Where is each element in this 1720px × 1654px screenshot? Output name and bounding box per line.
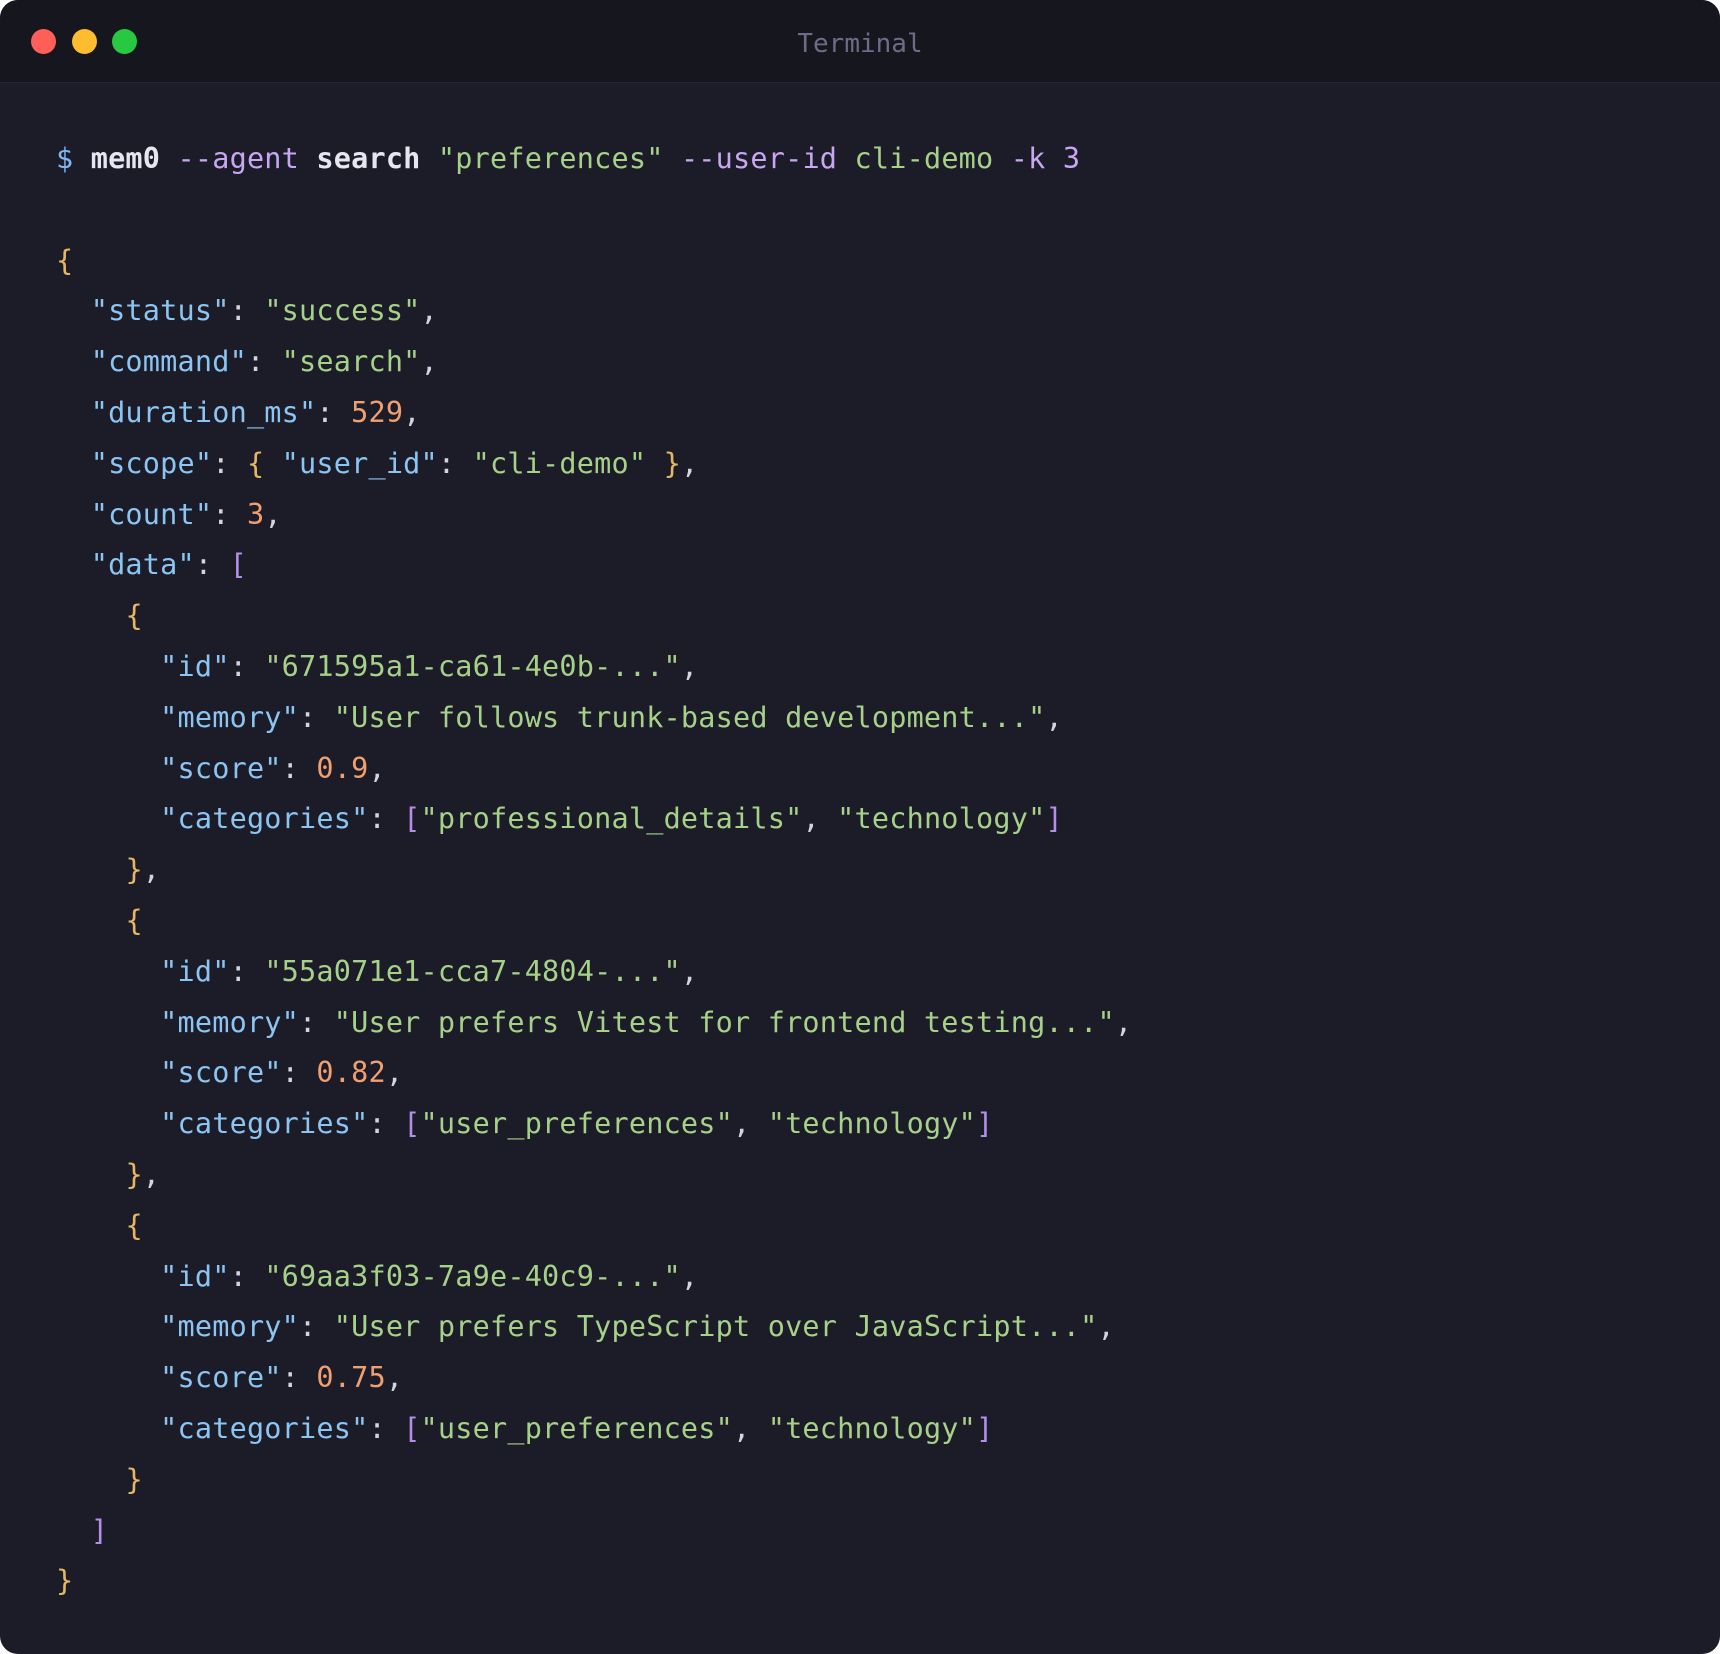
score-key: "score" [160, 751, 282, 785]
result-memory: "User prefers Vitest for frontend testin… [333, 1005, 1115, 1039]
result-category: "technology" [767, 1411, 977, 1445]
status-key: "status" [90, 294, 230, 328]
result-score: 0.75 [316, 1361, 386, 1395]
scope-user-key: "user_id" [281, 446, 438, 480]
id-key: "id" [160, 954, 230, 988]
data-line: "data": [ [90, 548, 247, 582]
window-title: Terminal [797, 29, 923, 59]
result-categories-line: "categories": ["user_preferences", "tech… [160, 1411, 994, 1445]
user-id-arg: cli-demo [854, 142, 994, 175]
result-id: "55a071e1-cca7-4804-..." [264, 954, 681, 988]
command-line: $ mem0 --agent search "preferences" --us… [56, 134, 1680, 185]
result-score-line: "score": 0.82, [160, 1056, 404, 1090]
k-arg: 3 [1062, 142, 1081, 175]
score-key: "score" [160, 1056, 282, 1090]
command-value: "search" [281, 345, 421, 379]
result-close: }, [125, 853, 161, 887]
result-id: "671595a1-ca61-4e0b-..." [264, 649, 681, 683]
count-value: 3 [246, 497, 265, 531]
id-key: "id" [160, 1259, 230, 1293]
result-category: "technology" [767, 1107, 977, 1141]
categories-key: "categories" [160, 1411, 369, 1445]
result-score: 0.9 [316, 751, 369, 785]
scope-key: "scope" [90, 446, 213, 480]
result-score-line: "score": 0.9, [160, 751, 386, 785]
result-category: "professional_details" [420, 802, 803, 836]
terminal-output[interactable]: $ mem0 --agent search "preferences" --us… [56, 134, 1680, 1607]
scope-user-value: "cli-demo" [472, 446, 647, 480]
result-score: 0.82 [316, 1056, 386, 1090]
json-open-brace: { [56, 243, 74, 277]
memory-key: "memory" [160, 1310, 300, 1344]
result-id: "69aa3f03-7a9e-40c9-..." [264, 1259, 681, 1293]
status-value: "success" [264, 294, 421, 328]
result-id-line: "id": "671595a1-ca61-4e0b-...", [160, 649, 699, 683]
result-score-line: "score": 0.75, [160, 1361, 404, 1395]
prompt-symbol: $ [56, 142, 74, 175]
result-memory-line: "memory": "User prefers Vitest for front… [160, 1005, 1133, 1039]
user-id-flag: --user-id [680, 142, 838, 175]
result-id-line: "id": "69aa3f03-7a9e-40c9-...", [160, 1259, 699, 1293]
categories-key: "categories" [160, 802, 369, 836]
program-name: mem0 [90, 142, 161, 175]
memory-key: "memory" [160, 700, 300, 734]
result-open: { [125, 599, 143, 633]
terminal-window: Terminal $ mem0 --agent search "preferen… [0, 0, 1720, 1654]
result-categories-line: "categories": ["professional_details", "… [160, 802, 1063, 836]
count-line: "count": 3, [90, 497, 282, 531]
result-categories-line: "categories": ["user_preferences", "tech… [160, 1107, 994, 1141]
command-key: "command" [90, 345, 247, 379]
memory-key: "memory" [160, 1005, 300, 1039]
duration-value: 529 [351, 395, 404, 429]
duration-line: "duration_ms": 529, [90, 395, 421, 429]
count-key: "count" [90, 497, 213, 531]
result-memory-line: "memory": "User prefers TypeScript over … [160, 1310, 1115, 1344]
id-key: "id" [160, 649, 230, 683]
command-line-output: "command": "search", [90, 345, 438, 379]
result-open: { [125, 903, 143, 937]
k-flag: -k [1010, 142, 1046, 175]
status-line: "status": "success", [90, 294, 438, 328]
json-close-brace: } [56, 1564, 74, 1598]
scope-line: "scope": { "user_id": "cli-demo" }, [90, 446, 699, 480]
data-key: "data" [90, 548, 195, 582]
result-memory-line: "memory": "User follows trunk-based deve… [160, 700, 1063, 734]
result-memory: "User follows trunk-based development...… [333, 700, 1046, 734]
query-arg: "preferences" [437, 142, 664, 175]
duration-key: "duration_ms" [90, 395, 317, 429]
agent-flag: --agent [177, 142, 300, 175]
result-close: }, [125, 1157, 161, 1191]
result-close: } [125, 1462, 143, 1496]
result-memory: "User prefers TypeScript over JavaScript… [333, 1310, 1098, 1344]
result-category: "user_preferences" [420, 1411, 733, 1445]
score-key: "score" [160, 1361, 282, 1395]
result-category: "technology" [837, 802, 1046, 836]
result-id-line: "id": "55a071e1-cca7-4804-...", [160, 954, 699, 988]
result-open: { [125, 1208, 143, 1242]
categories-key: "categories" [160, 1107, 369, 1141]
title-bar: Terminal [0, 0, 1720, 83]
data-close-bracket: ] [90, 1513, 109, 1547]
subcommand: search [316, 142, 421, 175]
result-category: "user_preferences" [420, 1107, 733, 1141]
